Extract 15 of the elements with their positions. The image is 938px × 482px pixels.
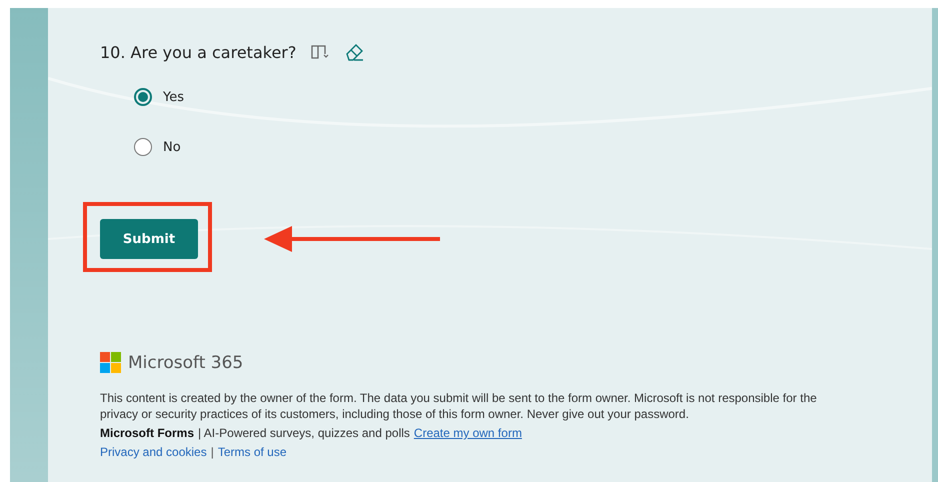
question-title: 10. Are you a caretaker? — [100, 42, 296, 62]
radio-button[interactable] — [134, 88, 152, 106]
tagline: | AI-Powered surveys, quizzes and polls — [198, 426, 410, 440]
separator: | — [210, 445, 214, 459]
footer-link[interactable]: Terms of use — [218, 445, 287, 459]
create-form-link[interactable]: Create my own form — [414, 426, 522, 440]
brand-name: Microsoft 365 — [128, 353, 244, 373]
microsoft-logo-icon — [100, 352, 122, 374]
submit-button[interactable]: Submit — [100, 219, 198, 259]
footer-link[interactable]: Privacy and cookies — [100, 445, 207, 459]
option-label: No — [163, 140, 181, 154]
option-label: Yes — [163, 90, 184, 104]
radio-button[interactable] — [134, 138, 152, 156]
product-name: Microsoft Forms — [100, 426, 194, 440]
disclaimer-text: This content is created by the owner of the form. The data you submit will be sent to the form owner. Microsoft is not responsible for the privacy or security practices of its customers, including those of this form owner. Never give out your password. — [100, 390, 818, 422]
